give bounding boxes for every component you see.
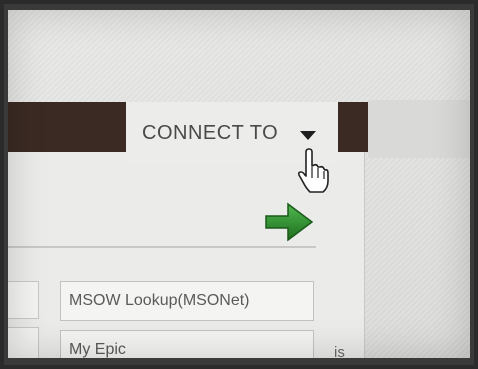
top-nav-gap [368,100,470,158]
left-field-stub[interactable] [8,281,39,319]
connect-to-label[interactable]: CONNECT TO [142,122,278,145]
hand-pointer-icon [297,148,329,193]
msow-lookup-label: MSOW Lookup(MSONet) [69,292,250,309]
partial-text-is: is [334,344,345,358]
my-epic-field[interactable]: My Epic [60,330,314,358]
my-epic-label: My Epic [69,341,126,358]
section-divider [8,246,316,248]
left-field-stub-2[interactable] [8,327,39,358]
msow-lookup-field[interactable]: MSOW Lookup(MSONet) [60,281,314,321]
green-arrow-icon[interactable] [262,196,318,244]
screen-photo: CONNECT TO MSOW Lookup(MSONet) My Epic i… [8,10,470,358]
photo-frame: CONNECT TO MSOW Lookup(MSONet) My Epic i… [4,4,474,365]
caret-down-icon[interactable] [300,131,316,140]
